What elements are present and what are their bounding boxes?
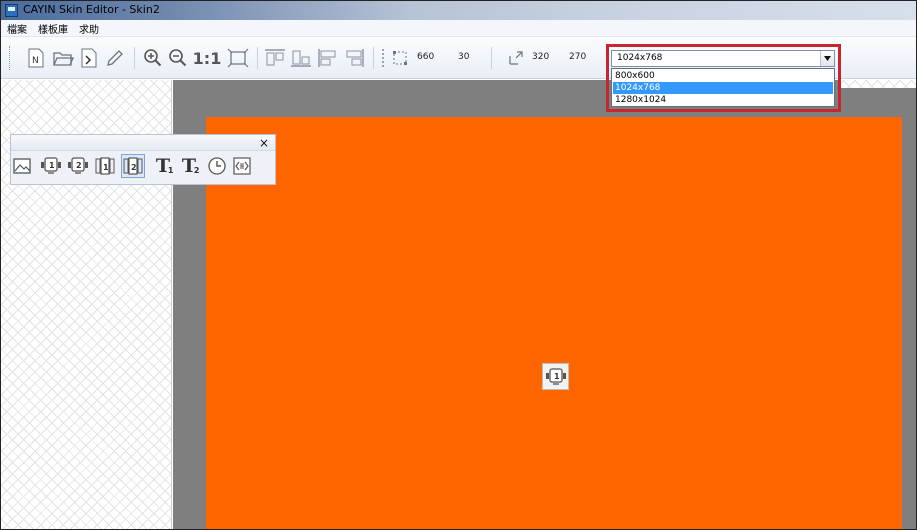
align-bottom-button[interactable] <box>289 47 313 69</box>
align-left-icon <box>318 49 336 67</box>
ticker2-widget-button[interactable]: 2 <box>121 154 145 178</box>
open-button[interactable] <box>51 47 75 69</box>
menu-help[interactable]: 求助 <box>79 21 99 36</box>
title-bar: CAYIN Skin Editor - Skin2 <box>1 1 916 20</box>
new-file-button[interactable]: N <box>25 47 47 69</box>
video1-icon: 1 <box>41 157 61 174</box>
palette-close-button[interactable]: × <box>259 136 269 150</box>
text2-icon: T2 <box>182 155 200 177</box>
ticker2-icon: 2 <box>123 157 143 175</box>
folder-icon <box>53 52 74 66</box>
position-icon <box>509 51 523 65</box>
menu-bar: 檔案 樣板庫 求助 <box>1 20 916 37</box>
ticker1-icon: 1 <box>95 157 115 175</box>
resolution-dropdown[interactable]: 1024x768 <box>611 50 835 67</box>
skin-canvas[interactable] <box>206 117 902 529</box>
new-file-letter: N <box>32 56 39 66</box>
save-button[interactable] <box>78 47 100 69</box>
svg-text:1: 1 <box>554 372 560 381</box>
align-right-button[interactable] <box>342 47 366 69</box>
toolbar-separator <box>373 47 374 69</box>
fit-window-button[interactable] <box>226 47 250 69</box>
size-icon <box>393 51 407 65</box>
palette-header[interactable]: × <box>11 135 275 151</box>
toolbar-separator <box>134 47 135 69</box>
text1-icon: T1 <box>156 155 174 177</box>
clock-icon <box>208 157 226 175</box>
video-widget-marker[interactable]: 1 <box>542 363 569 390</box>
new-file-icon: N <box>28 48 44 68</box>
toolbar-grip[interactable] <box>9 46 12 70</box>
video2-widget-button[interactable]: 2 <box>66 154 90 178</box>
fit-window-icon <box>227 48 249 68</box>
image-widget-button[interactable] <box>10 154 34 178</box>
size-icon-wrapper <box>391 47 409 69</box>
align-bottom-icon <box>291 50 311 67</box>
width-value[interactable]: 660 <box>417 52 434 62</box>
edit-button[interactable] <box>104 47 126 69</box>
dropdown-arrow-button[interactable] <box>820 51 834 66</box>
html-icon <box>233 157 251 175</box>
resolution-selected-value: 1024x768 <box>617 53 663 63</box>
toolbar-separator <box>491 47 492 69</box>
toolbar-grip <box>382 49 384 67</box>
x-position-value[interactable]: 320 <box>532 52 549 62</box>
resolution-option[interactable]: 1024x768 <box>613 82 833 94</box>
align-right-icon <box>346 49 364 67</box>
video1-icon: 1 <box>545 367 566 385</box>
svg-text:2: 2 <box>131 163 137 172</box>
zoom-in-icon <box>144 49 162 67</box>
pencil-icon <box>107 50 123 66</box>
actual-size-label: 1:1 <box>192 48 222 68</box>
text2-widget-button[interactable]: T2 <box>177 154 201 178</box>
menu-file[interactable]: 檔案 <box>7 21 27 36</box>
menu-template-library[interactable]: 樣板庫 <box>38 21 68 36</box>
text2-sub: 2 <box>193 166 200 175</box>
zoom-out-icon <box>169 49 187 67</box>
text1-widget-button[interactable]: T1 <box>151 154 175 178</box>
image-icon <box>13 158 31 174</box>
position-icon-wrapper <box>507 47 525 69</box>
video2-icon: 2 <box>68 157 88 174</box>
zoom-in-button[interactable] <box>142 47 164 69</box>
clock-widget-button[interactable] <box>205 154 229 178</box>
actual-size-button[interactable]: 1:1 <box>192 47 222 69</box>
y-position-value[interactable]: 270 <box>569 52 586 62</box>
text1-sub: 1 <box>167 166 174 175</box>
toolbar-separator <box>257 47 258 69</box>
resolution-options-list: 800x600 1024x768 1280x1024 <box>611 68 835 107</box>
chevron-down-icon <box>824 56 831 61</box>
align-left-button[interactable] <box>316 47 340 69</box>
app-icon <box>5 4 18 17</box>
align-top-button[interactable] <box>263 47 287 69</box>
resolution-option[interactable]: 1280x1024 <box>613 94 833 106</box>
svg-text:2: 2 <box>76 161 82 170</box>
html-widget-button[interactable] <box>230 154 254 178</box>
window-title: CAYIN Skin Editor - Skin2 <box>23 3 160 16</box>
svg-text:1: 1 <box>49 161 55 170</box>
svg-text:1: 1 <box>103 163 109 172</box>
zoom-out-button[interactable] <box>167 47 189 69</box>
video1-widget-button[interactable]: 1 <box>39 154 63 178</box>
canvas-pattern-right <box>839 80 916 88</box>
save-icon <box>81 48 97 68</box>
widget-palette[interactable]: × 1 2 1 2 T 1 T 2 <box>10 134 276 185</box>
align-top-icon <box>265 49 285 66</box>
resolution-option[interactable]: 800x600 <box>613 70 833 82</box>
height-value[interactable]: 30 <box>458 52 469 62</box>
ticker1-widget-button[interactable]: 1 <box>93 154 117 178</box>
app-window: CAYIN Skin Editor - Skin2 檔案 樣板庫 求助 N 1:… <box>0 0 917 530</box>
